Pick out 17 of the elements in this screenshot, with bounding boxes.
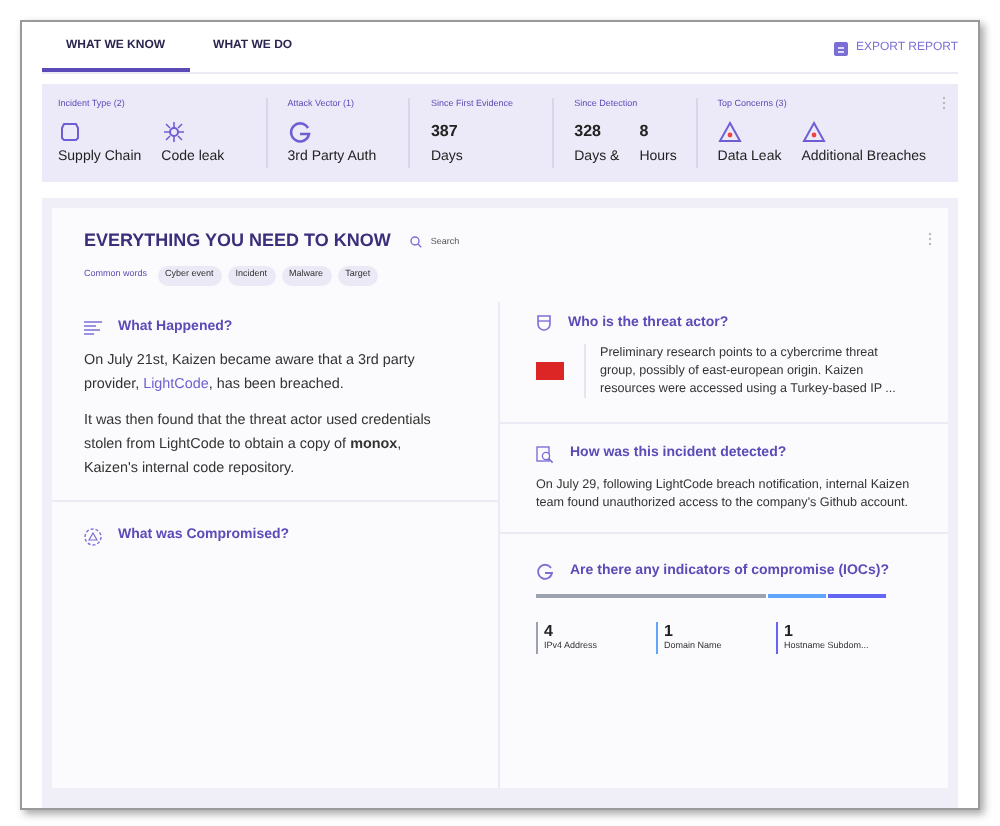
dashed-circle-icon <box>84 527 102 546</box>
stat-value: 328 <box>574 119 603 144</box>
warning-icon <box>717 119 742 144</box>
magnifier-document-icon <box>536 445 554 464</box>
box-icon <box>58 119 82 144</box>
stat-value: 8 <box>639 119 651 144</box>
ioc-count: 1 <box>664 622 675 640</box>
main-title: EVERYTHING YOU NEED TO KNOW <box>84 228 391 255</box>
warning-icon <box>801 119 826 144</box>
file-icon <box>833 42 848 56</box>
g-icon <box>287 119 312 144</box>
stat-value: 387 <box>430 119 460 144</box>
search-icon <box>410 236 423 248</box>
ioc-count: 1 <box>784 622 795 640</box>
ioc-count: 4 <box>544 622 555 640</box>
g-icon <box>536 562 554 581</box>
text-lines-icon <box>84 319 102 336</box>
